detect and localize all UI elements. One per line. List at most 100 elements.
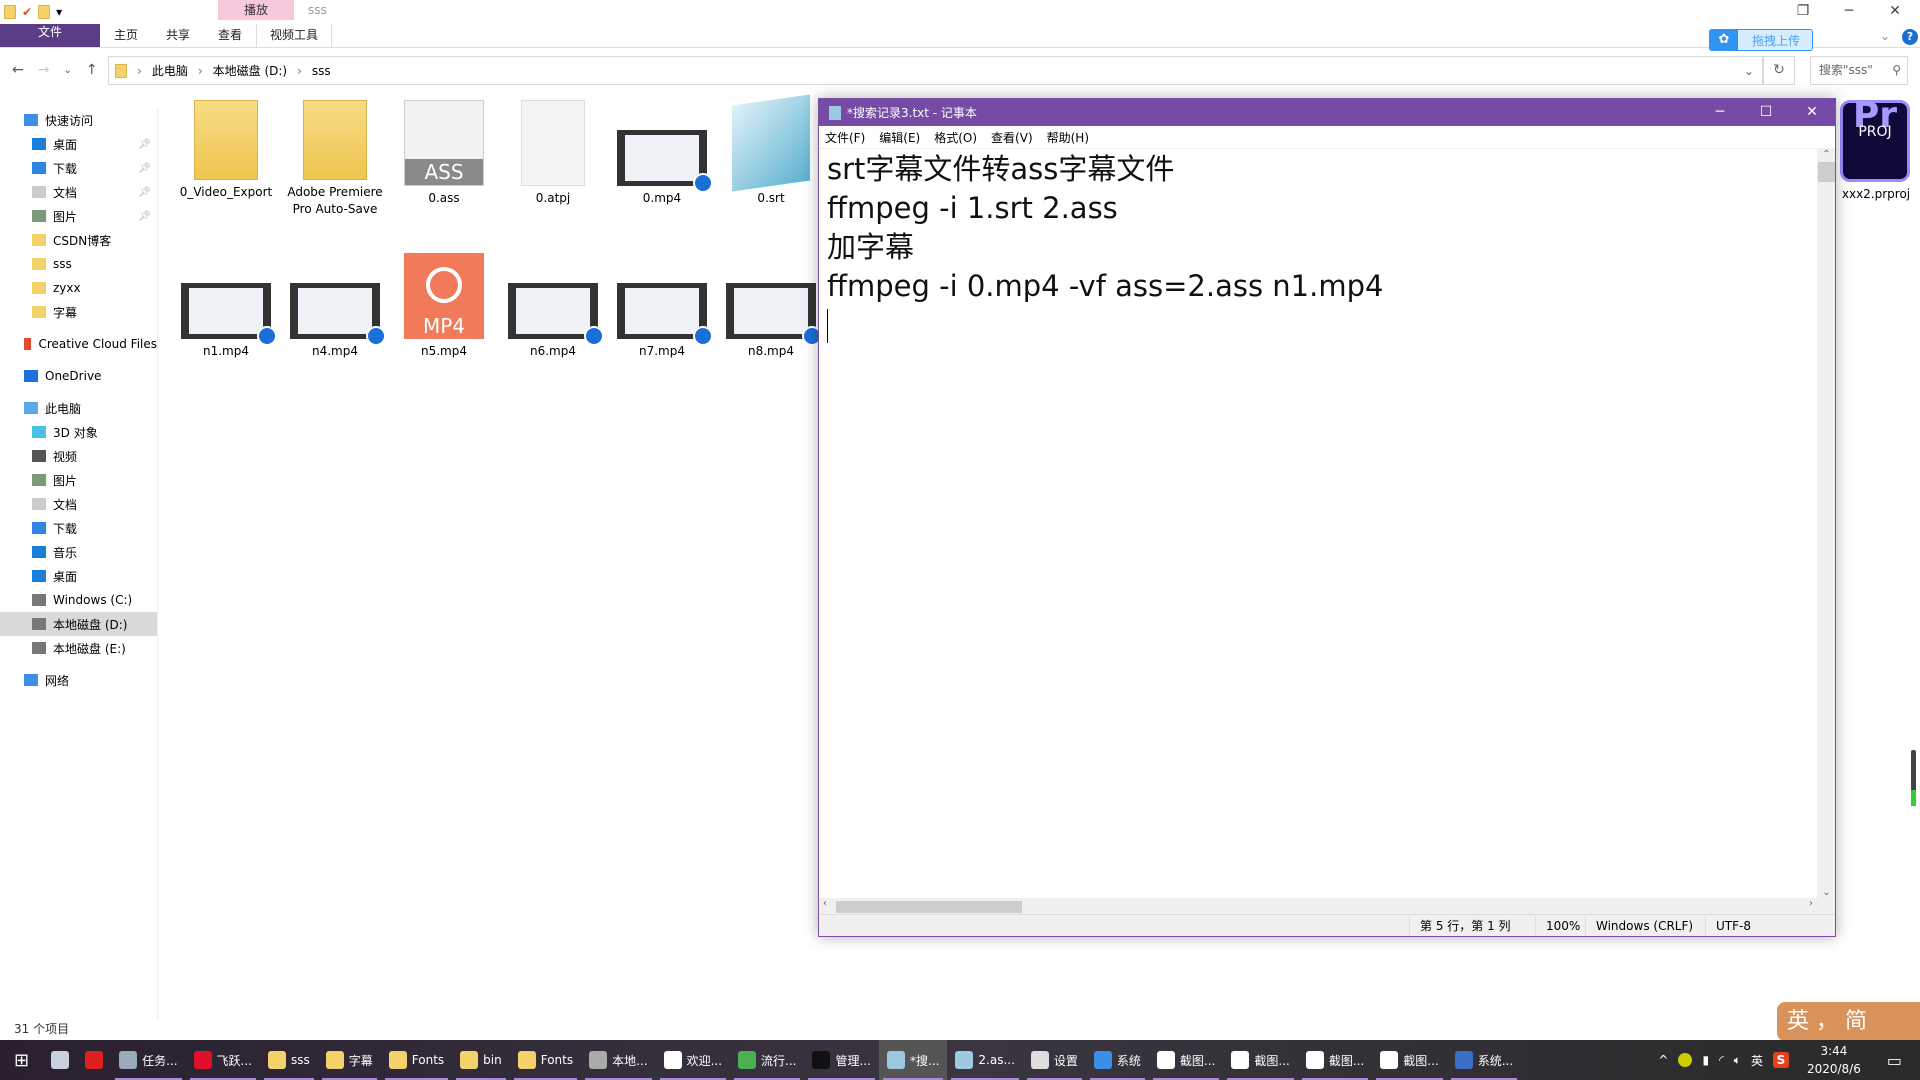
file-item[interactable]: Pr PROJ xxx2.prproj [1826,98,1920,203]
sidebar-item[interactable]: 桌面 [0,564,157,588]
taskbar-item[interactable] [43,1040,77,1080]
folder-icon[interactable] [4,5,16,19]
taskbar-item[interactable]: 流行... [730,1040,804,1080]
sidebar-item[interactable]: Creative Cloud Files [0,332,157,356]
taskbar-item[interactable]: 字幕 [318,1040,381,1080]
tab-video-tools[interactable]: 视频工具 [256,24,333,47]
volume-icon[interactable]: 🔈︎ [1734,1053,1741,1068]
notepad-minimize-button[interactable]: ─ [1697,99,1743,126]
taskbar-item[interactable]: sss [260,1040,318,1080]
wifi-icon[interactable]: ◜ [1719,1053,1724,1067]
tab-view[interactable]: 查看 [204,24,256,47]
sidebar-item[interactable]: 此电脑 [0,396,157,420]
menu-view[interactable]: 查看(V) [991,129,1033,146]
pin-icon[interactable]: 📌︎ [138,139,151,150]
notepad-titlebar[interactable]: *搜索记录3.txt - 记事本 ─ ☐ ✕ [819,99,1835,126]
file-item[interactable]: 0_Video_Export [176,100,276,218]
taskbar-item[interactable]: 系统 [1086,1040,1149,1080]
file-item[interactable]: 0.atpj [503,100,603,218]
search-input[interactable]: 搜索"sss" ⚲ [1810,56,1908,85]
breadcrumb-this-pc[interactable]: 此电脑 [152,62,188,79]
taskbar-item[interactable]: 截图... [1372,1040,1446,1080]
sidebar-item[interactable]: sss [0,252,157,276]
address-dropdown-icon[interactable]: ⌄ [1744,64,1754,78]
battery-icon[interactable]: ▮ [1702,1053,1709,1067]
sidebar-item[interactable]: OneDrive [0,364,157,388]
file-item[interactable]: MP4 n5.mp4 [394,253,494,360]
new-folder-icon[interactable] [38,5,51,19]
tab-share[interactable]: 共享 [152,24,204,47]
customize-dropdown-icon[interactable]: ▾ [56,5,62,19]
ribbon-expand-icon[interactable]: ⌄ [1880,29,1890,43]
sidebar-item[interactable]: 文档 [0,492,157,516]
address-bar[interactable]: › 此电脑 › 本地磁盘 (D:) › sss ⌄ [108,56,1763,85]
menu-edit[interactable]: 编辑(E) [879,129,920,146]
sidebar-item[interactable]: 下载 📌︎ [0,156,157,180]
upload-button[interactable]: ✿ 拖拽上传 [1709,29,1813,51]
file-item[interactable]: 0.mp4 [612,100,713,218]
sidebar-item[interactable]: CSDN博客 [0,228,157,252]
tab-home[interactable]: 主页 [100,24,152,47]
up-button[interactable]: ↑ [86,62,98,78]
pin-icon[interactable]: 📌︎ [138,211,151,222]
recent-dropdown-icon[interactable]: ⌄ [63,65,71,76]
taskbar-item[interactable]: 飞跃... [186,1040,260,1080]
tray-app-icon[interactable] [1678,1053,1693,1067]
tab-file[interactable]: 文件 [0,24,100,47]
taskbar-item[interactable] [77,1040,111,1080]
file-item[interactable]: n7.mp4 [612,253,713,360]
sidebar-item[interactable]: 图片 📌︎ [0,204,157,228]
sidebar-item[interactable]: 本地磁盘 (D:) [0,612,157,636]
sidebar-item[interactable]: 3D 对象 [0,420,157,444]
breadcrumb-drive-d[interactable]: 本地磁盘 (D:) [213,62,287,79]
menu-file[interactable]: 文件(F) [825,129,865,146]
taskbar-item[interactable]: 管理... [804,1040,878,1080]
taskbar-item[interactable]: 截图... [1149,1040,1223,1080]
file-item[interactable]: 0.srt [721,94,821,218]
scroll-indicator[interactable] [1911,750,1916,806]
breadcrumb-sss[interactable]: sss [312,64,331,78]
taskbar-item[interactable]: Fonts [381,1040,452,1080]
back-button[interactable]: ← [12,62,24,78]
sidebar-item[interactable]: 网络 [0,668,157,692]
sidebar-item[interactable]: 图片 [0,468,157,492]
taskbar-item[interactable]: 任务... [111,1040,185,1080]
pin-icon[interactable]: 📌︎ [138,187,151,198]
horizontal-scrollbar[interactable]: ‹ › [819,898,1817,915]
properties-icon[interactable]: ✔ [22,5,32,19]
file-item[interactable]: ASS 0.ass [394,100,494,218]
notification-center-icon[interactable]: ▭ [1879,1051,1910,1070]
tray-expand-icon[interactable]: ^ [1658,1053,1668,1067]
close-button[interactable]: ✕ [1872,0,1918,24]
ime-status-widget[interactable]: 英 ， 简 [1777,1002,1920,1041]
sidebar-item[interactable]: 快速访问 [0,108,157,132]
taskbar-item[interactable]: 2.as... [947,1040,1023,1080]
sidebar-item[interactable]: 字幕 [0,300,157,324]
notepad-text-area[interactable]: srt字幕文件转ass字幕文件 ffmpeg -i 1.srt 2.ass 加字… [819,149,1817,898]
file-item[interactable]: n6.mp4 [503,253,604,360]
file-item[interactable]: n4.mp4 [285,253,386,360]
taskbar-item[interactable]: Fonts [510,1040,581,1080]
sidebar-item[interactable]: 音乐 [0,540,157,564]
taskbar-item[interactable]: 系统... [1447,1040,1521,1080]
sidebar-item[interactable]: zyxx [0,276,157,300]
sogou-icon[interactable]: S [1772,1052,1789,1068]
help-icon[interactable]: ? [1902,29,1918,45]
taskbar-item[interactable]: 截图... [1298,1040,1372,1080]
taskbar-item[interactable]: 截图... [1223,1040,1297,1080]
input-language[interactable]: 英 [1751,1052,1763,1069]
vertical-scrollbar[interactable]: ⌃ ⌄ [1818,149,1835,898]
taskbar-item[interactable]: bin [452,1040,510,1080]
restore-button[interactable]: ❐ [1780,0,1826,24]
taskbar-item[interactable]: 欢迎... [656,1040,730,1080]
notepad-close-button[interactable]: ✕ [1789,99,1835,126]
sidebar-item[interactable]: 文档 📌︎ [0,180,157,204]
file-item[interactable]: Adobe Premiere Pro Auto-Save [285,100,385,218]
start-button[interactable]: ⊞ [0,1040,43,1080]
refresh-button[interactable]: ↻ [1763,56,1795,85]
menu-help[interactable]: 帮助(H) [1047,129,1089,146]
clock[interactable]: 3:44 2020/8/6 [1799,1042,1869,1078]
sidebar-item[interactable]: 桌面 📌︎ [0,132,157,156]
menu-format[interactable]: 格式(O) [934,129,977,146]
taskbar-item[interactable]: 设置 [1023,1040,1086,1080]
